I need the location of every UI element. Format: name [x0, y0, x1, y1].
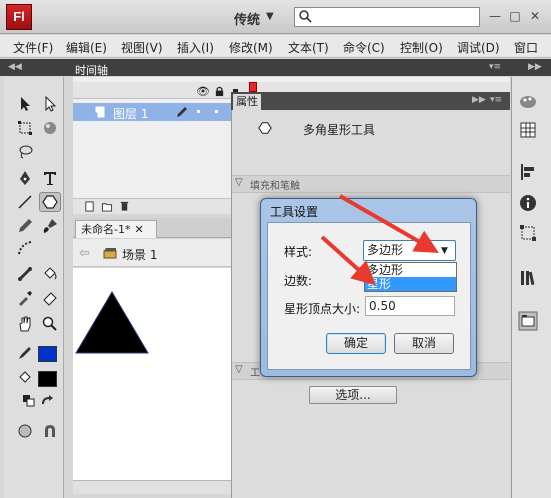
workspace-switcher[interactable]: 传统 — [234, 9, 260, 28]
scene-label[interactable]: 场景 1 — [122, 246, 157, 263]
option-polygon[interactable]: 多边形 — [365, 263, 456, 277]
chevron-down-icon[interactable]: ▼ — [266, 11, 274, 22]
expand-icon[interactable]: ▶▶ — [472, 95, 486, 105]
collapse-triangle-icon[interactable]: ▽ — [235, 177, 243, 188]
menu-debug[interactable]: 调试(D) — [457, 39, 500, 56]
collapse-right-icon[interactable]: ▶▶ — [528, 62, 542, 72]
layer-icon — [95, 106, 105, 118]
zoom-tool-icon[interactable] — [39, 314, 61, 334]
stroke-color-icon[interactable] — [14, 343, 36, 363]
polystar-icon — [258, 122, 272, 134]
maximize-button[interactable]: □ — [508, 9, 522, 23]
lock-dot[interactable] — [215, 110, 218, 113]
tab-timeline[interactable]: 时间轴 — [75, 62, 108, 77]
library-icon[interactable] — [518, 268, 538, 288]
visibility-dot[interactable] — [197, 110, 200, 113]
horizontal-scrollbar[interactable] — [73, 480, 233, 494]
object-drawing-icon[interactable] — [14, 421, 36, 441]
new-layer-icon[interactable] — [84, 201, 95, 212]
fill-color-swatch[interactable] — [38, 371, 57, 387]
menu-window[interactable]: 窗口 — [514, 39, 538, 56]
menu-edit[interactable]: 编辑(E) — [66, 39, 107, 56]
align-icon[interactable] — [518, 162, 538, 182]
lasso-tool-icon[interactable] — [14, 142, 36, 162]
menu-text[interactable]: 文本(T) — [288, 39, 329, 56]
fill-color-icon[interactable] — [14, 368, 36, 388]
dialog-title: 工具设置 — [270, 205, 319, 219]
cancel-button[interactable]: 取消 — [394, 333, 454, 354]
black-triangle-shape[interactable] — [75, 291, 150, 355]
minimize-button[interactable]: — — [488, 9, 502, 23]
back-arrow-icon[interactable]: ⇦ — [79, 246, 90, 261]
menu-insert[interactable]: 插入(I) — [177, 39, 214, 56]
close-tab-icon[interactable]: ✕ — [134, 223, 143, 236]
star-point-size-input[interactable]: 0.50 — [365, 296, 455, 316]
lock-icon[interactable] — [214, 86, 225, 97]
polystar-tool-icon[interactable] — [39, 192, 61, 212]
option-star[interactable]: 星形 — [365, 277, 456, 291]
swap-colors-icon[interactable] — [36, 391, 58, 411]
layer-name[interactable]: 图层 1 — [113, 105, 148, 122]
tool-name: 多角星形工具 — [303, 123, 376, 137]
properties-header — [231, 92, 510, 110]
sides-label: 边数: — [284, 274, 313, 288]
brush-tool-icon[interactable] — [39, 216, 61, 236]
free-transform-tool-icon[interactable] — [14, 118, 36, 138]
3d-rotation-tool-icon[interactable] — [39, 118, 61, 138]
flash-logo: Fl — [6, 4, 32, 30]
chevron-down-icon[interactable]: ▼ — [441, 246, 448, 256]
collapse-triangle-icon[interactable]: ▽ — [235, 364, 243, 375]
trash-icon[interactable] — [119, 200, 130, 212]
menu-view[interactable]: 视图(V) — [121, 39, 163, 56]
properties-dock-icon[interactable] — [518, 311, 538, 331]
document-tab-label: 未命名-1* — [81, 223, 131, 236]
snap-to-objects-icon[interactable] — [39, 421, 61, 441]
paint-bucket-tool-icon[interactable] — [39, 264, 61, 284]
eyedropper-tool-icon[interactable] — [14, 288, 36, 308]
eye-icon[interactable]: 👁 — [196, 85, 210, 98]
line-tool-icon[interactable] — [14, 192, 36, 212]
star-point-size-label: 星形顶点大小: — [284, 302, 361, 316]
ok-button[interactable]: 确定 — [326, 333, 386, 354]
panel-menu-icon[interactable]: ▾≡ — [489, 62, 501, 72]
close-button[interactable]: ✕ — [528, 9, 542, 23]
hand-tool-icon[interactable] — [14, 314, 36, 334]
selection-tool-icon[interactable] — [14, 94, 36, 114]
section-title-fill-stroke: 填充和笔触 — [250, 181, 300, 192]
search-icon — [299, 10, 312, 23]
subselection-tool-icon[interactable] — [39, 94, 61, 114]
menu-modify[interactable]: 修改(M) — [229, 39, 273, 56]
eraser-tool-icon[interactable] — [39, 288, 61, 308]
timeline-footer — [73, 198, 233, 214]
collapse-left-icon[interactable]: ◀◀ — [8, 62, 22, 72]
stroke-color-swatch[interactable] — [38, 346, 57, 362]
help-search-input[interactable] — [294, 7, 480, 27]
tab-properties[interactable]: 属性 — [233, 94, 261, 110]
panel-menu-icon[interactable]: ▾≡ — [490, 95, 502, 105]
menu-commands[interactable]: 命令(C) — [343, 39, 385, 56]
deco-tool-icon[interactable] — [14, 238, 36, 258]
pencil-tool-icon[interactable] — [14, 216, 36, 236]
pencil-icon — [177, 107, 187, 117]
menu-file[interactable]: 文件(F) — [13, 39, 53, 56]
bone-tool-icon[interactable] — [14, 264, 36, 284]
menu-control[interactable]: 控制(O) — [400, 39, 443, 56]
section-title-tool: 工 — [250, 368, 260, 379]
color-palette-icon[interactable] — [518, 92, 538, 112]
pen-tool-icon[interactable] — [14, 168, 36, 188]
new-folder-icon[interactable] — [101, 201, 113, 212]
options-button[interactable]: 选项... — [309, 386, 397, 404]
info-icon[interactable] — [518, 193, 538, 213]
swatches-grid-icon[interactable] — [518, 120, 538, 140]
clapper-icon — [103, 248, 117, 259]
text-tool-icon[interactable] — [39, 168, 61, 188]
transform-icon[interactable] — [518, 223, 538, 243]
style-label: 样式: — [284, 245, 313, 259]
playhead-marker[interactable] — [249, 82, 257, 92]
document-tab[interactable]: 未命名-1* ✕ — [75, 220, 157, 238]
